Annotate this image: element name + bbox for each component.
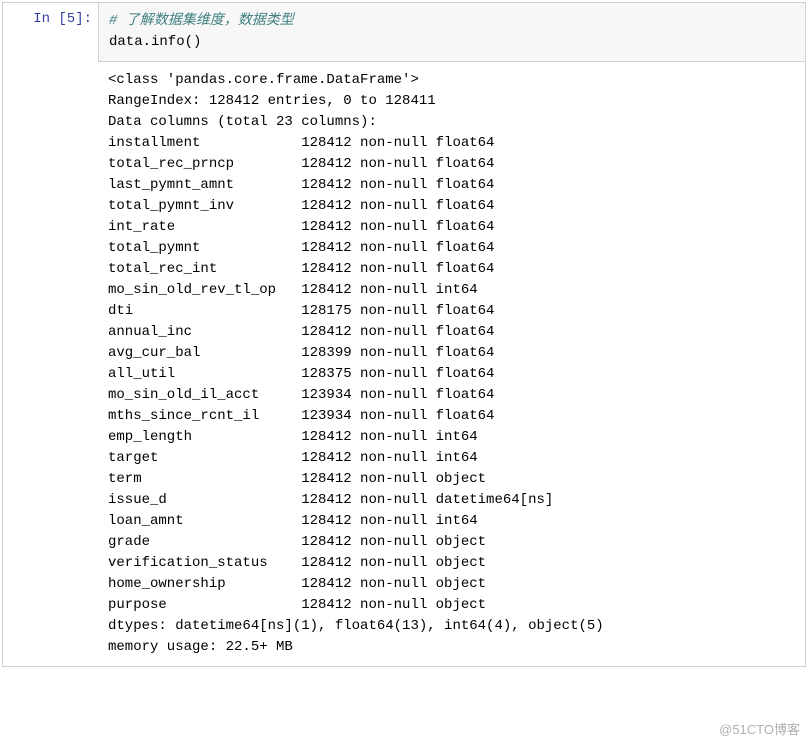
output-line: annual_inc 128412 non-null float64 xyxy=(108,322,795,343)
code-output-area: <class 'pandas.core.frame.DataFrame'>Ran… xyxy=(98,62,805,666)
output-line: all_util 128375 non-null float64 xyxy=(108,364,795,385)
output-line: total_rec_prncp 128412 non-null float64 xyxy=(108,154,795,175)
code-line[interactable]: data.info() xyxy=(109,32,795,53)
output-line: issue_d 128412 non-null datetime64[ns] xyxy=(108,490,795,511)
output-line: home_ownership 128412 non-null object xyxy=(108,574,795,595)
output-line: avg_cur_bal 128399 non-null float64 xyxy=(108,343,795,364)
output-line: total_pymnt_inv 128412 non-null float64 xyxy=(108,196,795,217)
output-line: memory usage: 22.5+ MB xyxy=(108,637,795,658)
output-line: verification_status 128412 non-null obje… xyxy=(108,553,795,574)
output-line: target 128412 non-null int64 xyxy=(108,448,795,469)
output-line: dtypes: datetime64[ns](1), float64(13), … xyxy=(108,616,795,637)
cell-content: # 了解数据集维度，数据类型data.info() <class 'pandas… xyxy=(98,3,805,666)
output-line: RangeIndex: 128412 entries, 0 to 128411 xyxy=(108,91,795,112)
output-line: Data columns (total 23 columns): xyxy=(108,112,795,133)
output-line: mo_sin_old_il_acct 123934 non-null float… xyxy=(108,385,795,406)
output-line: dti 128175 non-null float64 xyxy=(108,301,795,322)
output-line: total_rec_int 128412 non-null float64 xyxy=(108,259,795,280)
cell-prompt: In [5]: xyxy=(3,3,98,666)
output-line: purpose 128412 non-null object xyxy=(108,595,795,616)
code-input-area[interactable]: # 了解数据集维度，数据类型data.info() xyxy=(98,3,805,62)
output-line: int_rate 128412 non-null float64 xyxy=(108,217,795,238)
output-line: mths_since_rcnt_il 123934 non-null float… xyxy=(108,406,795,427)
output-line: total_pymnt 128412 non-null float64 xyxy=(108,238,795,259)
output-line: grade 128412 non-null object xyxy=(108,532,795,553)
notebook-cell: In [5]: # 了解数据集维度，数据类型data.info() <class… xyxy=(2,2,806,667)
output-line: installment 128412 non-null float64 xyxy=(108,133,795,154)
output-line: loan_amnt 128412 non-null int64 xyxy=(108,511,795,532)
output-line: emp_length 128412 non-null int64 xyxy=(108,427,795,448)
code-line[interactable]: # 了解数据集维度，数据类型 xyxy=(109,11,795,32)
watermark-label: @51CTO博客 xyxy=(719,719,800,738)
output-line: <class 'pandas.core.frame.DataFrame'> xyxy=(108,70,795,91)
output-line: last_pymnt_amnt 128412 non-null float64 xyxy=(108,175,795,196)
output-line: mo_sin_old_rev_tl_op 128412 non-null int… xyxy=(108,280,795,301)
output-line: term 128412 non-null object xyxy=(108,469,795,490)
prompt-label: In [5]: xyxy=(33,11,92,27)
